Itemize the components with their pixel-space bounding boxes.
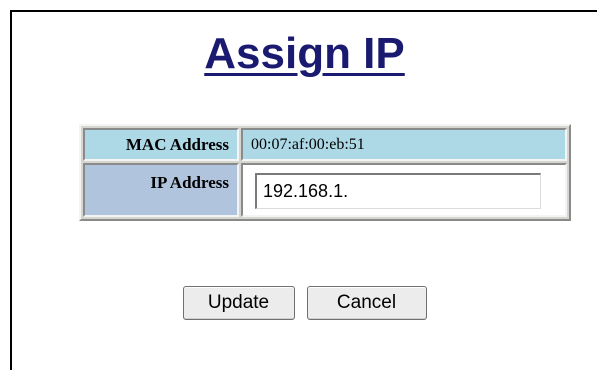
ip-address-row: IP Address (83, 163, 567, 217)
update-button[interactable]: Update (182, 286, 295, 320)
cancel-button[interactable]: Cancel (306, 286, 427, 320)
mac-address-label: MAC Address (83, 128, 239, 161)
mac-address-value-cell: 00:07:af:00:eb:51 (241, 128, 567, 161)
assign-ip-form-table: MAC Address 00:07:af:00:eb:51 IP Address (79, 124, 571, 221)
mac-address-value: 00:07:af:00:eb:51 (251, 135, 365, 153)
title-container: Assign IP (12, 28, 597, 80)
button-bar: Update Cancel (12, 286, 597, 320)
mac-address-row: MAC Address 00:07:af:00:eb:51 (83, 128, 567, 161)
page-title: Assign IP (204, 29, 405, 78)
page-frame: Assign IP MAC Address 00:07:af:00:eb:51 … (10, 10, 597, 370)
ip-address-input[interactable] (255, 173, 541, 209)
ip-address-value-cell (241, 163, 567, 217)
ip-address-label: IP Address (83, 163, 239, 217)
ip-input-wrapper (243, 165, 565, 215)
